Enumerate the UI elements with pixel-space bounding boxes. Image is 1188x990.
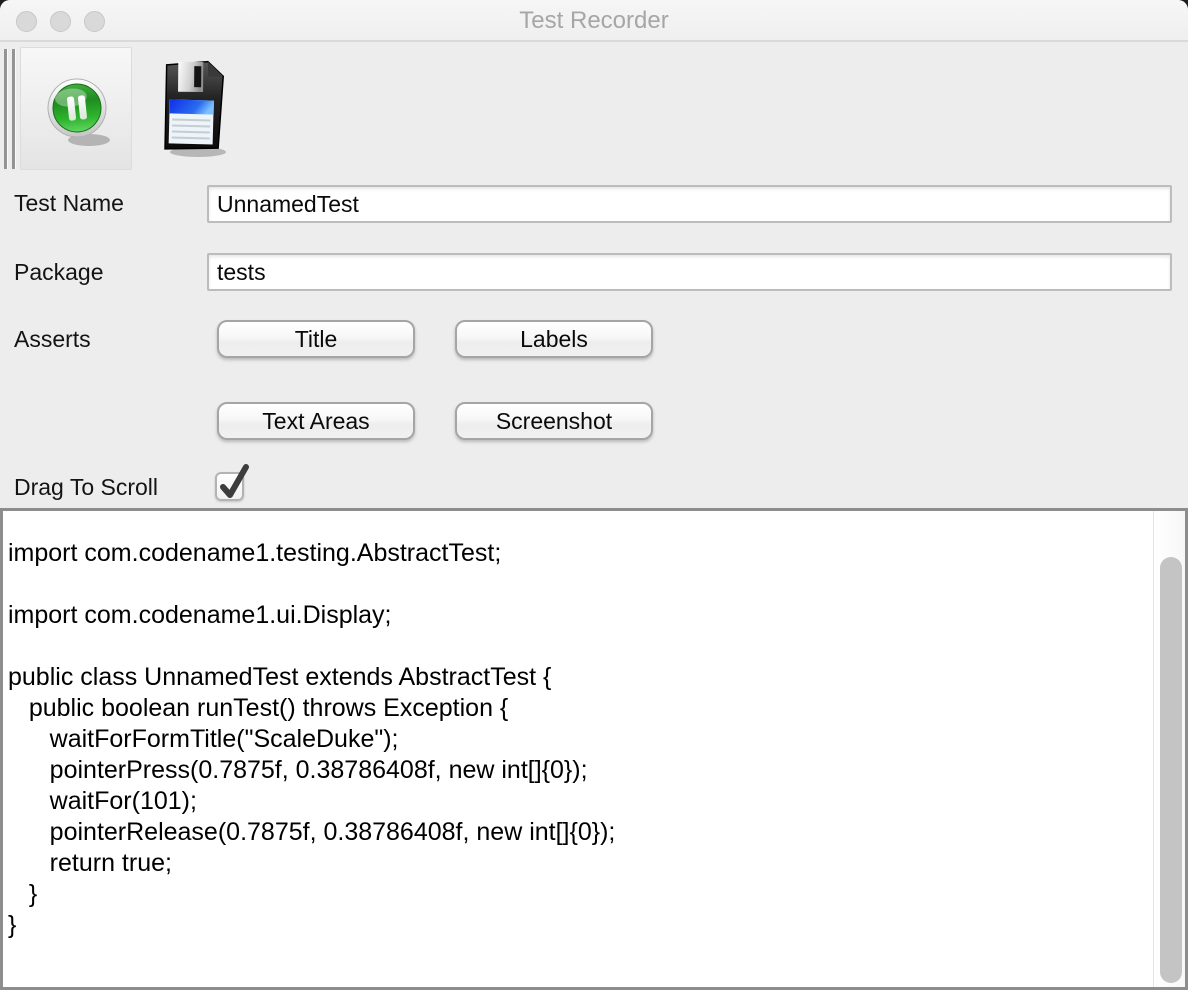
code-line: import com.codename1.testing.AbstractTes… <box>8 538 1153 569</box>
titlebar: Test Recorder <box>0 0 1188 42</box>
pause-recording-button[interactable] <box>20 47 132 170</box>
code-line: pointerRelease(0.7875f, 0.38786408f, new… <box>8 817 1153 848</box>
assert-title-button[interactable]: Title <box>217 320 415 358</box>
checkmark-icon <box>218 461 250 503</box>
package-input[interactable] <box>207 253 1172 291</box>
code-line <box>8 569 1153 600</box>
assert-labels-button[interactable]: Labels <box>455 320 653 358</box>
window-title: Test Recorder <box>0 0 1188 42</box>
code-line: } <box>8 879 1153 910</box>
code-line: waitFor(101); <box>8 786 1153 817</box>
package-label: Package <box>14 259 104 286</box>
code-line <box>8 631 1153 662</box>
generated-code-area[interactable]: import com.codename1.testing.AbstractTes… <box>0 508 1188 990</box>
test-name-label: Test Name <box>14 190 124 217</box>
code-line: import com.codename1.ui.Display; <box>8 600 1153 631</box>
code-line: public boolean runTest() throws Exceptio… <box>8 693 1153 724</box>
code-line: public class UnnamedTest extends Abstrac… <box>8 662 1153 693</box>
code-line: waitForFormTitle("ScaleDuke"); <box>8 724 1153 755</box>
code-line: } <box>8 910 1153 941</box>
scrollbar-thumb[interactable] <box>1160 557 1182 983</box>
grip-line <box>4 49 7 169</box>
code-line: pointerPress(0.7875f, 0.38786408f, new i… <box>8 755 1153 786</box>
code-text: import com.codename1.testing.AbstractTes… <box>3 511 1153 987</box>
test-recorder-window: Test Recorder <box>0 0 1188 990</box>
assert-text-areas-button[interactable]: Text Areas <box>217 402 415 440</box>
pause-icon <box>45 74 113 148</box>
toolbar <box>0 44 1188 172</box>
drag-to-scroll-checkbox[interactable] <box>215 472 244 501</box>
test-name-input[interactable] <box>207 185 1172 223</box>
drag-to-scroll-label: Drag To Scroll <box>14 474 158 501</box>
assert-screenshot-button[interactable]: Screenshot <box>455 402 653 440</box>
code-line: return true; <box>8 848 1153 879</box>
save-icon <box>156 56 236 160</box>
grip-line <box>12 49 15 169</box>
save-test-button[interactable] <box>156 56 236 160</box>
asserts-label: Asserts <box>14 326 91 353</box>
vertical-scrollbar[interactable] <box>1153 511 1185 987</box>
